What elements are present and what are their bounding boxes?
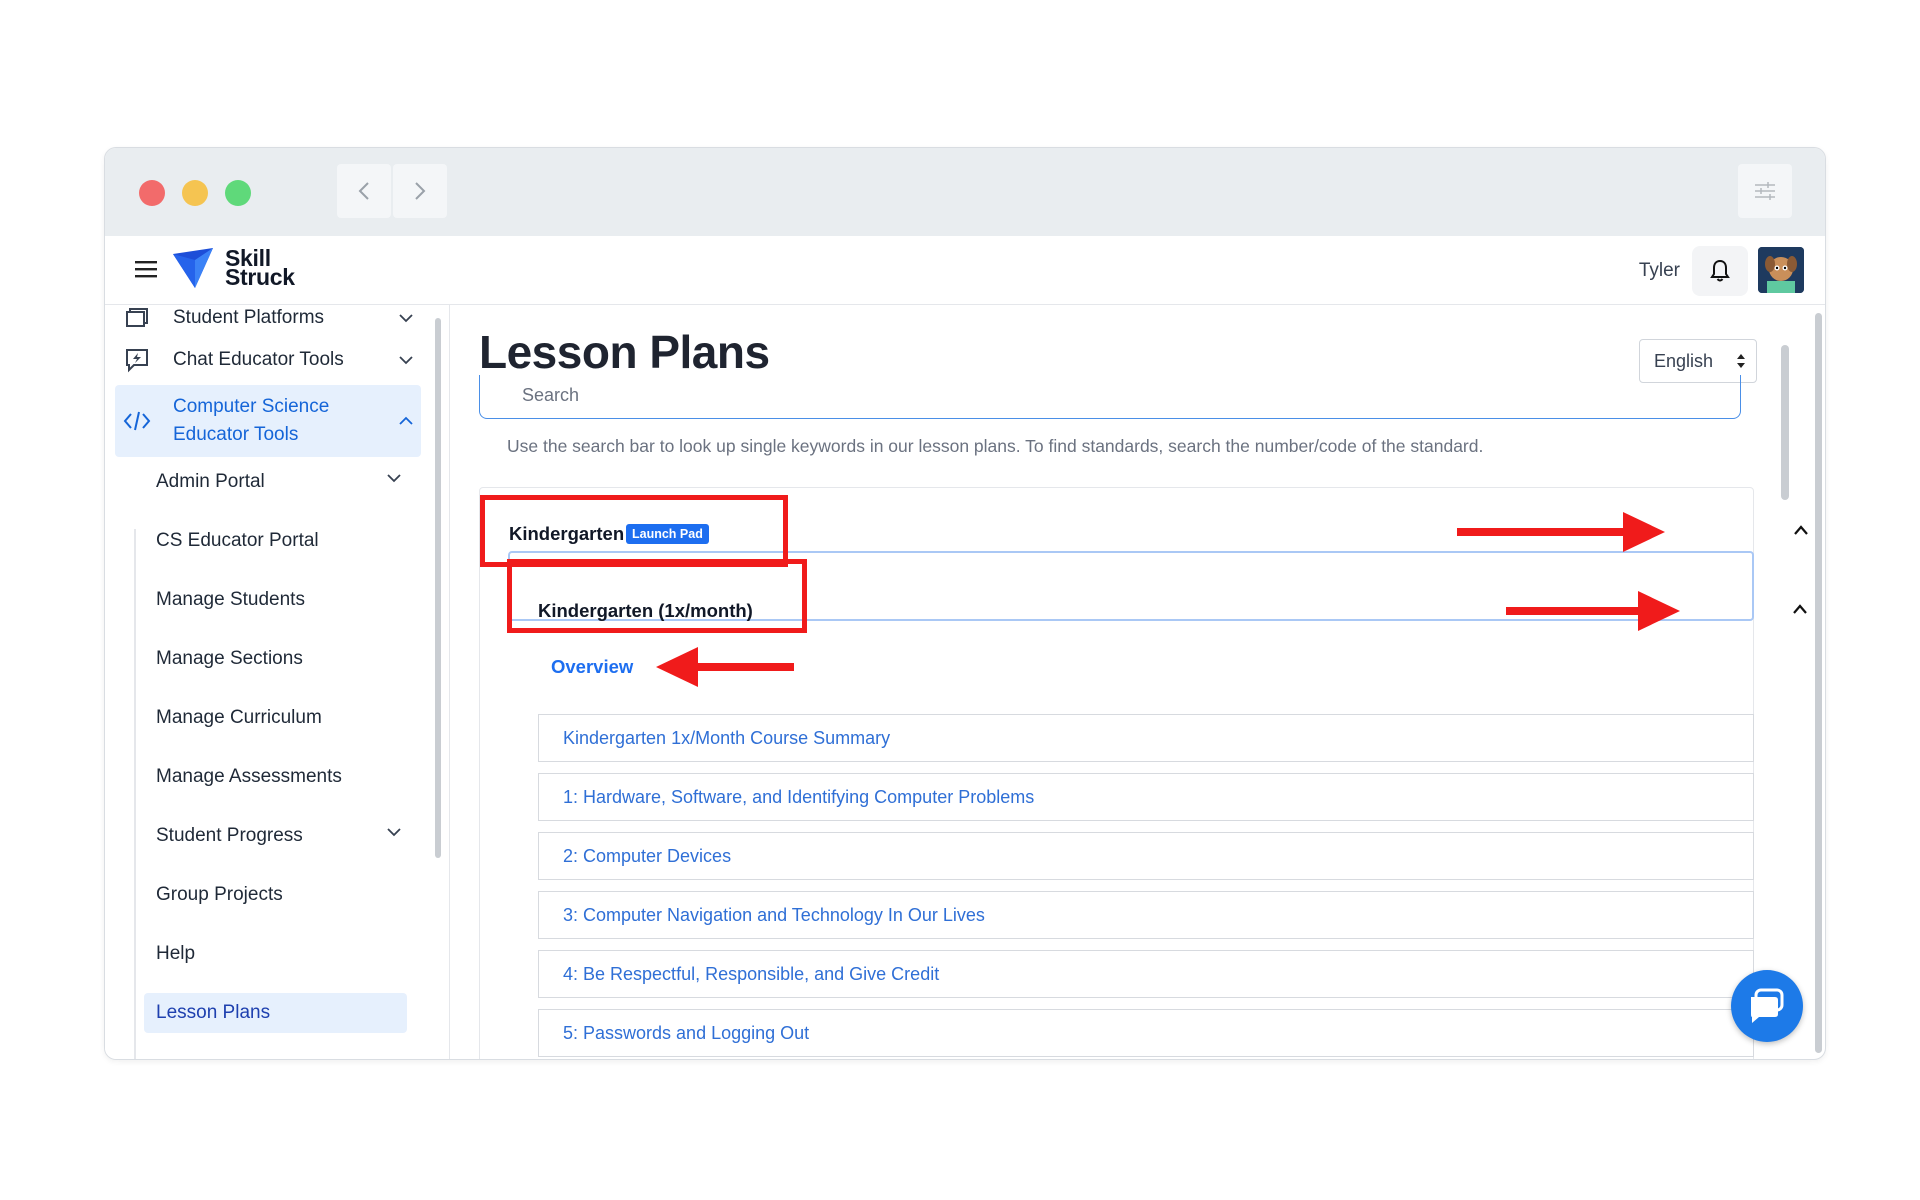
sidebar-subitem-label: Manage Students xyxy=(156,589,305,610)
sidebar-submenu-line xyxy=(134,529,136,1059)
sidebar-subitem-label: CS Educator Portal xyxy=(156,530,319,551)
sidebar-item-chat-educator-tools[interactable]: Chat Educator Tools xyxy=(115,340,421,380)
logo-text-line2: Struck xyxy=(225,264,295,290)
sidebar-item-label-line1: Computer Science xyxy=(173,396,330,417)
sidebar-item-label: Chat Educator Tools xyxy=(173,349,344,370)
app-header: Skill Struck Tyler xyxy=(105,236,1825,305)
sidebar-subitem-help[interactable]: Help xyxy=(144,934,407,974)
main-content: Lesson Plans English Search Use the sear… xyxy=(450,305,1825,1059)
annotation-arrow-right xyxy=(1506,591,1680,631)
browser-window: Skill Struck Tyler Student Platforms Cha… xyxy=(104,147,1826,1060)
back-button[interactable] xyxy=(337,164,391,218)
browser-titlebar xyxy=(105,148,1825,236)
hamburger-menu-icon[interactable] xyxy=(135,260,157,278)
lesson-link[interactable]: 5: Passwords and Logging Out xyxy=(538,1009,1754,1057)
skillstruck-logo-icon xyxy=(173,248,213,288)
code-icon xyxy=(123,407,151,435)
sidebar-item-student-platforms[interactable]: Student Platforms xyxy=(115,305,421,335)
content-scrollbar[interactable] xyxy=(1781,345,1789,500)
sidebar-subitem-manage-students[interactable]: Manage Students xyxy=(144,580,407,620)
page-scrollbar[interactable] xyxy=(1815,313,1822,1053)
notifications-button[interactable] xyxy=(1692,246,1748,296)
chat-icon xyxy=(1751,988,1784,1023)
forward-button[interactable] xyxy=(393,164,447,218)
sidebar-subitem-label: Manage Assessments xyxy=(156,766,342,787)
chevron-down-icon[interactable] xyxy=(399,313,413,323)
sidebar-subitem-group-projects[interactable]: Group Projects xyxy=(144,875,407,915)
search-input[interactable]: Search xyxy=(479,375,1741,419)
windows-icon xyxy=(123,305,151,332)
user-name[interactable]: Tyler xyxy=(1639,260,1680,282)
sidebar-subitem-lesson-plans[interactable]: Lesson Plans xyxy=(144,993,407,1033)
chevron-left-icon xyxy=(358,182,369,200)
sidebar-subitem-manage-sections[interactable]: Manage Sections xyxy=(144,639,407,679)
lesson-link[interactable]: 1: Hardware, Software, and Identifying C… xyxy=(538,773,1754,821)
sidebar-subitem-label: Group Projects xyxy=(156,884,283,905)
annotation-arrow-left xyxy=(656,647,794,687)
chevron-down-icon[interactable] xyxy=(399,355,413,365)
annotation-box-course xyxy=(507,559,807,633)
minimize-window-button[interactable] xyxy=(182,180,208,206)
lesson-link[interactable]: Kindergarten 1x/Month Course Summary xyxy=(538,714,1754,762)
language-select-value: English xyxy=(1654,350,1714,371)
sidebar-subitem-label: Manage Sections xyxy=(156,648,303,669)
chevron-down-icon[interactable] xyxy=(387,827,401,837)
sidebar-subitem-cs-educator-portal[interactable]: CS Educator Portal xyxy=(144,521,407,561)
chevron-right-icon xyxy=(415,182,426,200)
annotation-arrow-right xyxy=(1457,512,1665,552)
sidebar-subitem-label: Student Progress xyxy=(156,825,303,846)
avatar-image xyxy=(1758,247,1804,293)
select-arrows-icon xyxy=(1737,354,1745,368)
chat-bolt-icon xyxy=(123,346,151,374)
maximize-window-button[interactable] xyxy=(225,180,251,206)
lesson-link[interactable]: 2: Computer Devices xyxy=(538,832,1754,880)
page-title: Lesson Plans xyxy=(479,326,770,378)
search-hint: Use the search bar to look up single key… xyxy=(507,436,1484,456)
skillstruck-logo[interactable]: Skill Struck xyxy=(171,246,295,290)
lesson-link[interactable]: 4: Be Respectful, Responsible, and Give … xyxy=(538,950,1754,998)
search-placeholder: Search xyxy=(522,385,580,405)
sidebar-subitem-label: Help xyxy=(156,943,196,964)
chevron-up-icon[interactable] xyxy=(1793,524,1809,536)
sidebar-subitem-admin-portal[interactable]: Admin Portal xyxy=(144,462,407,502)
sidebar-item-label: Student Platforms xyxy=(173,307,325,328)
sidebar-subitem-label: Admin Portal xyxy=(156,471,265,492)
sidebar-subitem-manage-assessments[interactable]: Manage Assessments xyxy=(144,757,407,797)
user-avatar[interactable] xyxy=(1758,247,1804,293)
browser-settings-button[interactable] xyxy=(1738,164,1792,218)
annotation-box-kindergarten xyxy=(480,495,788,567)
lesson-link[interactable]: 3: Computer Navigation and Technology In… xyxy=(538,891,1754,939)
sidebar-subitem-manage-curriculum[interactable]: Manage Curriculum xyxy=(144,698,407,738)
close-window-button[interactable] xyxy=(139,180,165,206)
chat-support-button[interactable] xyxy=(1731,970,1803,1042)
sidebar-item-label-line2: Educator Tools xyxy=(173,424,299,445)
sliders-icon xyxy=(1755,182,1775,200)
chevron-down-icon[interactable] xyxy=(387,473,401,483)
bell-icon xyxy=(1710,259,1730,282)
sidebar-scrollbar[interactable] xyxy=(435,318,441,858)
chevron-up-icon[interactable] xyxy=(399,416,413,426)
sidebar-subitem-label: Manage Curriculum xyxy=(156,707,322,728)
sidebar-item-computer-science-educator-tools[interactable]: Computer Science Educator Tools xyxy=(115,385,421,457)
sidebar-subitem-label: Lesson Plans xyxy=(156,1002,271,1023)
overview-tab[interactable]: Overview xyxy=(551,656,633,678)
sidebar-nav: Student Platforms Chat Educator Tools Co… xyxy=(105,305,431,1059)
chevron-up-icon[interactable] xyxy=(1792,603,1808,615)
sidebar-subitem-student-progress[interactable]: Student Progress xyxy=(144,816,407,856)
